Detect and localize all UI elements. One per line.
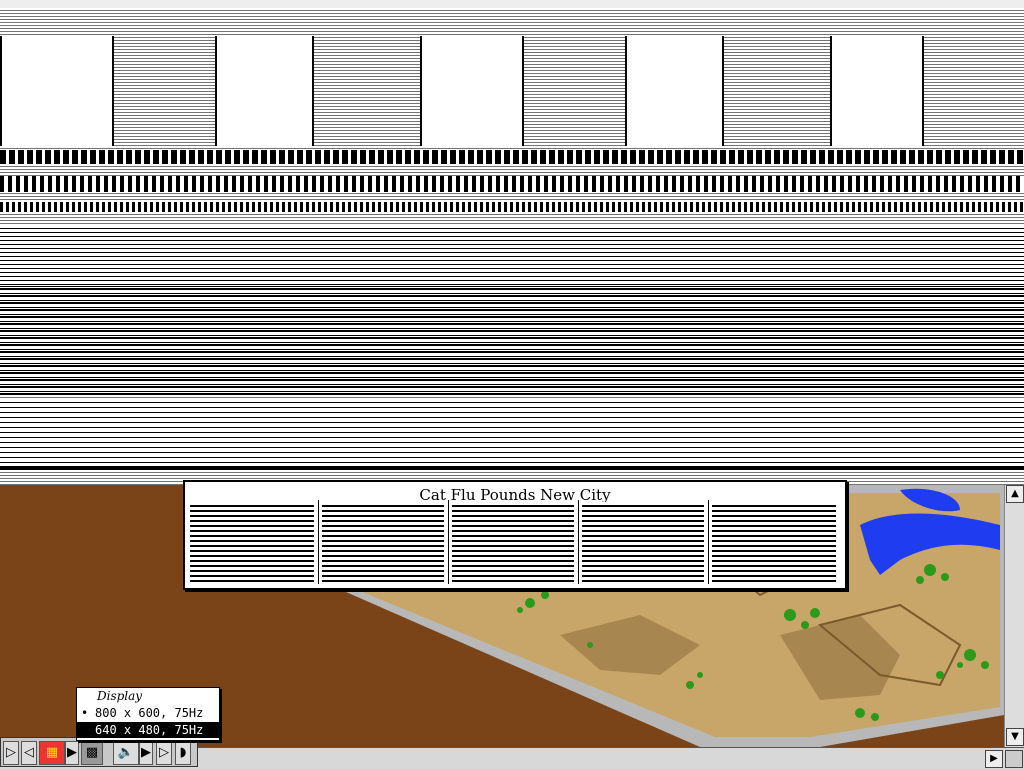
resize-grip-icon[interactable] (1005, 750, 1023, 768)
scroll-up-icon[interactable]: ▲ (1006, 485, 1024, 503)
glitch-column (420, 36, 524, 146)
display-popup-menu[interactable]: Display • 800 x 600, 75Hz 640 x 480, 75H… (76, 687, 220, 741)
glitch-text-row (0, 176, 1024, 192)
glitch-column (625, 36, 724, 146)
menu-item-label: 640 x 480, 75Hz (95, 723, 204, 737)
collapse-arrow-icon[interactable]: ▷ (3, 741, 19, 765)
glitched-screen-area (0, 0, 1024, 485)
newspaper-column (322, 502, 444, 582)
glitch-column (0, 36, 114, 146)
menu-title: Display (97, 689, 143, 703)
menu-item-800x600[interactable]: • 800 x 600, 75Hz (77, 705, 219, 721)
vertical-scrollbar[interactable]: ▲ ▼ (1004, 485, 1024, 747)
menu-item-640x480[interactable]: 640 x 480, 75Hz (77, 722, 219, 738)
glitch-band (0, 0, 1024, 8)
column-divider (318, 500, 319, 584)
glitch-text-row (0, 202, 1024, 212)
volume-arrow-icon[interactable]: ▶ (139, 741, 153, 765)
column-divider (448, 500, 449, 584)
menu-item-label: 800 x 600, 75Hz (95, 706, 204, 720)
back-arrow-icon[interactable]: ◁ (21, 741, 37, 765)
scroll-right-icon[interactable]: ▶ (985, 750, 1003, 768)
newspaper-column (582, 502, 704, 582)
glitch-text-row (0, 150, 1024, 164)
glitch-band (0, 398, 1024, 468)
control-strip[interactable]: ▷ ◁ ▦ ▶ ▩ 🔈 ▶ ▷ ◗ (0, 737, 198, 767)
glitch-column (215, 36, 314, 146)
forward-arrow-icon[interactable]: ▷ (156, 741, 172, 765)
glitch-rule (0, 466, 1024, 470)
glitch-band (0, 285, 1024, 395)
scroll-down-icon[interactable]: ▼ (1006, 728, 1024, 746)
column-divider (578, 500, 579, 584)
expand-arrow-icon[interactable]: ▶ (65, 741, 79, 765)
speaker-icon[interactable]: 🔈 (113, 741, 139, 765)
glitch-column (830, 36, 924, 146)
newspaper-column (712, 502, 836, 582)
column-divider (708, 500, 709, 584)
check-mark-icon: • (81, 706, 89, 720)
newspaper-column (190, 502, 314, 582)
tab-end-icon[interactable]: ◗ (175, 741, 191, 765)
newspaper-window[interactable]: Cat Flu Pounds New City (183, 480, 847, 590)
monitor-colors-icon[interactable]: ▦ (39, 741, 65, 765)
monitor-resolution-icon[interactable]: ▩ (81, 741, 103, 765)
glitch-band (0, 225, 1024, 285)
newspaper-column (452, 502, 574, 582)
